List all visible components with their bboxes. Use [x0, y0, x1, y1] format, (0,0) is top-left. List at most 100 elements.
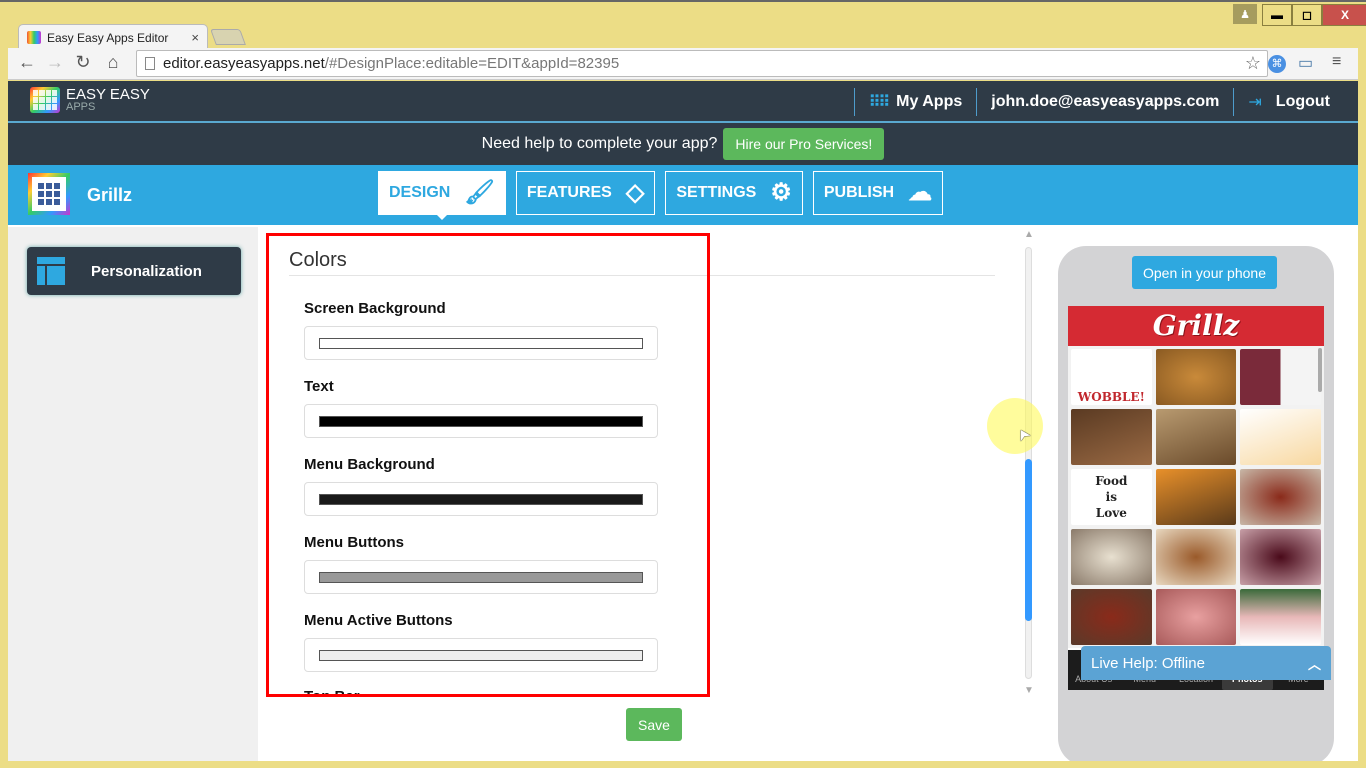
- photo-grid: WOBBLE! Food is Love: [1068, 346, 1324, 648]
- browser-tab[interactable]: Easy Easy Apps Editor ×: [18, 24, 208, 50]
- colors-panel: Colors Screen Background Text Menu Backg…: [266, 227, 1006, 697]
- address-bar[interactable]: editor.easyeasyapps.net /#DesignPlace:ed…: [136, 50, 1268, 77]
- color-swatch: [319, 493, 643, 505]
- color-picker[interactable]: [304, 560, 658, 594]
- tab-design[interactable]: DESIGN 🖌︎: [378, 171, 506, 220]
- photo-thumbnail[interactable]: [1155, 409, 1237, 465]
- photo-thumbnail[interactable]: [1240, 589, 1321, 645]
- tab-title: Easy Easy Apps Editor: [47, 30, 169, 45]
- tab-close-icon[interactable]: ×: [191, 30, 199, 45]
- url-host: editor.easyeasyapps.net: [163, 55, 325, 72]
- app-bar: Grillz DESIGN 🖌︎ FEATURES ◇ SETTINGS ⚙ P…: [8, 165, 1358, 225]
- photo-thumbnail[interactable]: [1240, 349, 1321, 405]
- field-label: Screen Background: [304, 300, 446, 317]
- logout-link[interactable]: Logout: [1276, 93, 1330, 111]
- layout-icon: [37, 257, 65, 285]
- window-titlebar: ♟ ▬ ◻ X Easy Easy Apps Editor ×: [0, 0, 1366, 50]
- extension-icon[interactable]: ⌘: [1268, 55, 1286, 73]
- gear-icon: ⚙: [770, 179, 792, 206]
- window-controls: ▬ ◻ X: [1262, 4, 1366, 26]
- divider: [976, 88, 978, 116]
- color-picker[interactable]: [304, 404, 658, 438]
- my-apps-link[interactable]: My Apps: [896, 93, 962, 111]
- user-email[interactable]: john.doe@easyeasyapps.com: [991, 93, 1219, 111]
- photo-thumbnail[interactable]: [1155, 529, 1237, 585]
- scroll-thumb[interactable]: [1025, 459, 1032, 621]
- sidebar-item-personalization[interactable]: Personalization: [27, 247, 241, 295]
- maximize-button[interactable]: ◻: [1292, 4, 1322, 26]
- sidebar: Personalization: [8, 227, 258, 761]
- sidebar-item-label: Personalization: [91, 262, 202, 280]
- app-icon: [28, 173, 70, 215]
- divider: [289, 275, 995, 276]
- logo[interactable]: EASY EASY APPS: [30, 87, 150, 113]
- photo-thumbnail[interactable]: [1071, 529, 1152, 585]
- color-picker[interactable]: [304, 638, 658, 672]
- fullscreen-icon[interactable]: ▭: [1298, 53, 1313, 73]
- photo-thumbnail[interactable]: [1155, 589, 1237, 645]
- bookmark-star-icon[interactable]: ☆: [1245, 53, 1261, 74]
- live-help-widget[interactable]: Live Help: Offline ︿: [1081, 646, 1331, 680]
- minimize-button[interactable]: ▬: [1262, 4, 1292, 26]
- photo-thumbnail[interactable]: [1155, 469, 1237, 525]
- new-tab-button[interactable]: [210, 29, 246, 45]
- color-picker[interactable]: [304, 482, 658, 516]
- tab-label: SETTINGS: [676, 184, 757, 201]
- photo-thumbnail[interactable]: [1240, 529, 1321, 585]
- color-field-top-bar: Top Bar: [304, 688, 360, 697]
- tab-publish[interactable]: PUBLISH ☁: [812, 171, 944, 215]
- divider: [1233, 88, 1235, 116]
- divider: [853, 88, 855, 116]
- photo-thumbnail[interactable]: [1155, 349, 1237, 405]
- color-field-menu-buttons: Menu Buttons: [304, 534, 658, 594]
- content-scrollbar[interactable]: ▲ ▼: [1023, 229, 1035, 699]
- live-help-label: Live Help: Offline: [1091, 654, 1205, 672]
- color-swatch: [319, 415, 643, 427]
- phone-screen: Grillz WOBBLE! Food is Love ▣Ab: [1068, 306, 1324, 690]
- hire-pro-services-button[interactable]: Hire our Pro Services!: [723, 128, 885, 160]
- field-label: Top Bar: [304, 688, 360, 697]
- logo-text: EASY EASY: [66, 86, 150, 103]
- color-swatch: [319, 571, 643, 583]
- apps-grid-icon: ⠿⠿: [868, 94, 890, 111]
- photo-thumbnail[interactable]: WOBBLE!: [1071, 349, 1152, 405]
- app-name: Grillz: [87, 185, 133, 205]
- photo-thumbnail[interactable]: Food is Love: [1071, 469, 1152, 525]
- logo-subtext: APPS: [66, 101, 96, 113]
- tab-label: FEATURES: [526, 184, 612, 201]
- field-label: Text: [304, 378, 334, 395]
- menu-hamburger-icon[interactable]: ≡: [1332, 53, 1341, 71]
- chevron-up-icon[interactable]: ︿: [1308, 654, 1321, 673]
- tab-label: DESIGN: [389, 184, 451, 201]
- field-label: Menu Active Buttons: [304, 612, 453, 629]
- user-profile-icon[interactable]: ♟: [1233, 4, 1257, 24]
- photo-thumbnail[interactable]: [1240, 469, 1321, 525]
- color-field-text: Text: [304, 378, 658, 438]
- user-nav: ⠿⠿ My Apps john.doe@easyeasyapps.com ⇥ L…: [840, 81, 1358, 123]
- photo-thumbnail[interactable]: [1240, 409, 1321, 465]
- open-in-phone-button[interactable]: Open in your phone: [1132, 256, 1277, 289]
- scroll-up-arrow-icon[interactable]: ▲: [1024, 229, 1034, 240]
- tags-icon: ◇: [625, 179, 645, 206]
- back-arrow-icon[interactable]: ←: [16, 52, 38, 73]
- tab-label: PUBLISH: [823, 184, 895, 201]
- cloud-upload-icon: ☁: [908, 179, 933, 206]
- scroll-down-arrow-icon[interactable]: ▼: [1024, 685, 1034, 696]
- save-button[interactable]: Save: [626, 708, 682, 741]
- help-banner: Need help to complete your app? Hire our…: [8, 123, 1358, 165]
- tab-settings[interactable]: SETTINGS ⚙: [665, 171, 803, 215]
- page-icon: [145, 57, 155, 70]
- close-window-button[interactable]: X: [1322, 4, 1366, 26]
- color-picker[interactable]: [304, 326, 658, 360]
- preview-scrollbar[interactable]: [1318, 348, 1322, 392]
- tab-features[interactable]: FEATURES ◇: [515, 171, 656, 215]
- photo-thumbnail[interactable]: [1071, 409, 1152, 465]
- preview-app-header: Grillz: [1068, 306, 1324, 346]
- cursor-highlight: [987, 398, 1043, 454]
- help-text: Need help to complete your app?: [481, 135, 718, 152]
- section-title: Colors: [289, 249, 347, 271]
- photo-thumbnail[interactable]: [1071, 589, 1152, 645]
- home-icon[interactable]: ⌂: [102, 52, 124, 73]
- forward-arrow-icon[interactable]: →: [44, 52, 66, 73]
- reload-icon[interactable]: ↻: [72, 52, 94, 73]
